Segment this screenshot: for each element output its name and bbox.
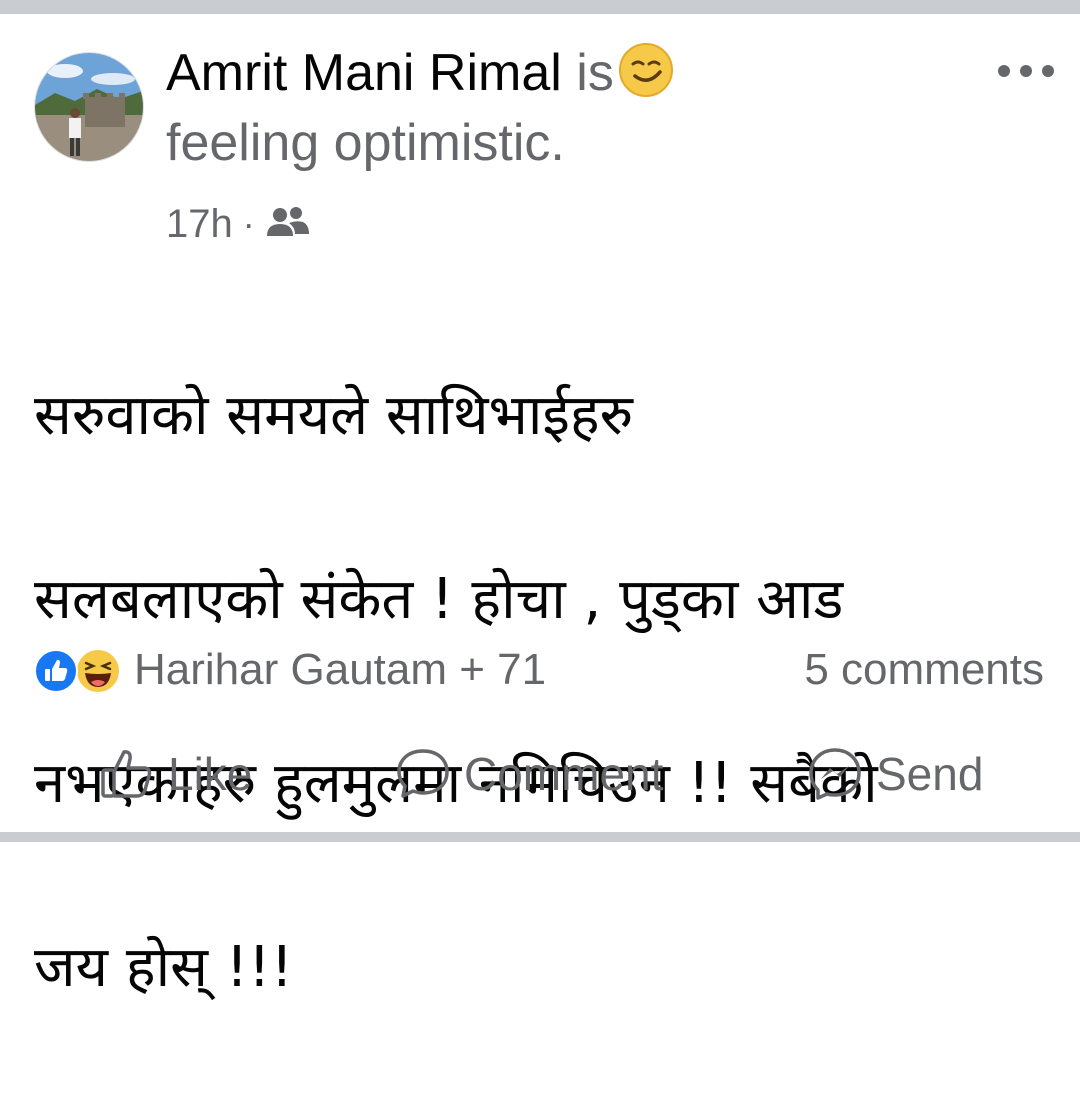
post-meta: 17h ·	[166, 196, 311, 252]
meta-separator: ·	[242, 203, 255, 244]
reaction-summary[interactable]: Harihar Gautam + 71	[34, 642, 546, 698]
bottom-separator	[0, 832, 1080, 842]
like-button[interactable]: Like	[98, 738, 252, 810]
reaction-icons	[34, 645, 126, 695]
smirk-emoji-icon	[618, 42, 674, 98]
post-body-line: सलबलाएको संकेत ! होचा , पुड्का आड	[34, 567, 844, 632]
like-reaction-icon	[34, 649, 78, 693]
friends-icon[interactable]	[265, 204, 311, 244]
thumbs-up-icon	[98, 745, 156, 803]
more-options-icon[interactable]	[998, 58, 1054, 84]
reaction-summary-text: Harihar Gautam + 71	[134, 645, 547, 694]
comment-label: Comment	[464, 748, 664, 800]
author-name[interactable]: Amrit Mani Rimal	[166, 44, 562, 102]
haha-reaction-icon	[75, 648, 121, 694]
comment-button[interactable]: Comment	[394, 738, 663, 810]
avatar-photo	[35, 53, 143, 161]
messenger-icon	[806, 745, 864, 803]
comment-bubble-icon	[394, 745, 452, 803]
like-label: Like	[168, 748, 253, 800]
action-bar: Like Comment Send	[0, 738, 1080, 810]
author-avatar[interactable]	[34, 52, 144, 162]
post-header: Amrit Mani Rimal is feeling optimistic.	[166, 38, 866, 178]
send-button[interactable]: Send	[806, 738, 983, 810]
post-body-line: सरुवाको समयले साथिभाईहरु	[34, 383, 634, 448]
post-body-line: जय होस् !!!	[34, 935, 294, 1000]
post-time[interactable]: 17h	[166, 202, 233, 247]
comments-count[interactable]: 5 comments	[804, 642, 1044, 698]
feeling-text[interactable]: feeling optimistic.	[166, 114, 565, 172]
send-label: Send	[876, 748, 984, 800]
top-separator	[0, 0, 1080, 14]
activity-prefix: is	[576, 44, 614, 102]
